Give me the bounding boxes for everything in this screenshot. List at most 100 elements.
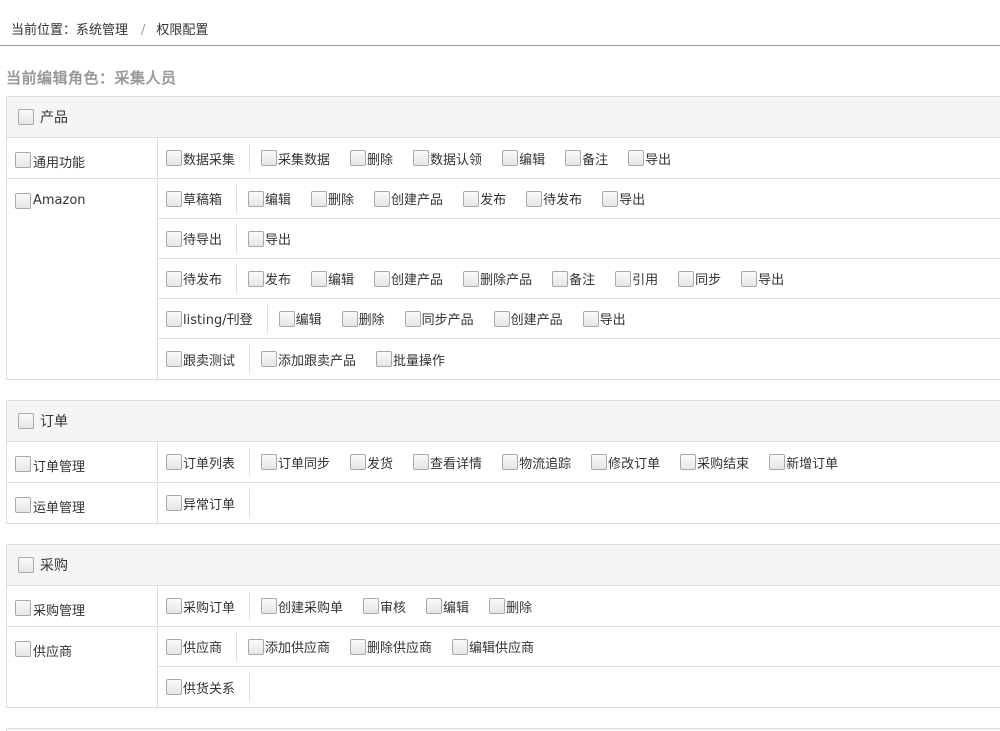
permission-item[interactable]: 待发布: [526, 189, 582, 208]
permission-checkbox[interactable]: [374, 190, 391, 207]
group-checkbox[interactable]: [15, 497, 31, 513]
permission-checkbox[interactable]: [526, 190, 543, 207]
permission-item[interactable]: 同步: [678, 269, 721, 288]
section-checkbox[interactable]: [18, 109, 34, 125]
permission-item[interactable]: 查看详情: [413, 453, 482, 472]
permission-checkbox[interactable]: [166, 454, 182, 470]
permission-item[interactable]: 编辑: [426, 597, 469, 616]
permission-item-lead[interactable]: 异常订单: [166, 489, 251, 517]
permission-item[interactable]: 导出: [602, 189, 645, 208]
group-checkbox[interactable]: [15, 152, 31, 168]
group-checkbox[interactable]: [15, 641, 31, 657]
permission-checkbox[interactable]: [166, 495, 182, 511]
permission-checkbox[interactable]: [278, 310, 295, 327]
permission-item[interactable]: 修改订单: [591, 453, 660, 472]
breadcrumb-current[interactable]: 权限配置: [156, 23, 208, 38]
permission-item-lead[interactable]: 供应商: [166, 632, 238, 661]
permission-item[interactable]: 数据认领: [413, 149, 482, 168]
permission-item[interactable]: 删除: [311, 189, 354, 208]
permission-checkbox[interactable]: [166, 190, 182, 207]
permission-checkbox[interactable]: [350, 454, 367, 470]
permission-checkbox[interactable]: [166, 679, 182, 695]
permission-item[interactable]: 添加供应商: [248, 637, 330, 656]
permission-item[interactable]: 审核: [363, 597, 406, 616]
permission-checkbox[interactable]: [248, 638, 265, 655]
permission-item[interactable]: 编辑供应商: [452, 637, 534, 656]
permission-item[interactable]: 删除供应商: [350, 637, 432, 656]
permission-item[interactable]: 发布: [463, 189, 506, 208]
permission-checkbox[interactable]: [363, 598, 380, 614]
permission-checkbox[interactable]: [248, 190, 265, 207]
permission-item[interactable]: 创建产品: [493, 309, 563, 328]
permission-item[interactable]: 编辑: [502, 149, 545, 168]
permission-item-lead[interactable]: 待发布: [166, 264, 238, 293]
permission-item[interactable]: 引用: [615, 269, 658, 288]
permission-item[interactable]: 采购结束: [680, 453, 749, 472]
permission-checkbox[interactable]: [680, 454, 697, 470]
group-checkbox[interactable]: [15, 456, 31, 472]
permission-checkbox[interactable]: [376, 351, 393, 367]
permission-checkbox[interactable]: [311, 270, 328, 287]
permission-checkbox[interactable]: [426, 598, 443, 614]
permission-checkbox[interactable]: [311, 190, 328, 207]
permission-item[interactable]: 编辑: [311, 269, 354, 288]
permission-checkbox[interactable]: [615, 270, 632, 287]
permission-item-lead[interactable]: 数据采集: [166, 144, 251, 172]
permission-checkbox[interactable]: [350, 150, 367, 166]
permission-checkbox[interactable]: [602, 190, 619, 207]
permission-checkbox[interactable]: [628, 150, 645, 166]
permission-checkbox[interactable]: [678, 270, 695, 287]
permission-checkbox[interactable]: [261, 351, 278, 367]
permission-checkbox[interactable]: [248, 270, 265, 287]
permission-item[interactable]: 物流追踪: [502, 453, 571, 472]
permission-item-lead[interactable]: 跟卖测试: [166, 345, 251, 373]
permission-item-lead[interactable]: 供货关系: [166, 673, 251, 701]
permission-item[interactable]: 导出: [628, 149, 671, 168]
permission-item[interactable]: 添加跟卖产品: [261, 350, 356, 369]
permission-item[interactable]: 创建产品: [374, 189, 443, 208]
permission-item[interactable]: 创建产品: [374, 269, 443, 288]
permission-checkbox[interactable]: [261, 150, 278, 166]
permission-item[interactable]: 导出: [248, 229, 291, 248]
permission-checkbox[interactable]: [769, 454, 786, 470]
permission-checkbox[interactable]: [552, 270, 569, 287]
permission-checkbox[interactable]: [261, 454, 278, 470]
permission-checkbox[interactable]: [166, 638, 182, 655]
permission-item-lead[interactable]: 待导出: [166, 224, 238, 253]
permission-checkbox[interactable]: [413, 454, 430, 470]
permission-item-lead[interactable]: listing/刊登: [166, 304, 268, 333]
permission-checkbox[interactable]: [582, 310, 599, 327]
section-checkbox[interactable]: [18, 413, 34, 429]
permission-checkbox[interactable]: [166, 150, 182, 166]
permission-item[interactable]: 备注: [552, 269, 595, 288]
permission-checkbox[interactable]: [261, 598, 278, 614]
group-checkbox[interactable]: [15, 193, 31, 209]
permission-checkbox[interactable]: [413, 150, 430, 166]
permission-checkbox[interactable]: [166, 351, 182, 367]
permission-item[interactable]: 删除: [489, 597, 532, 616]
permission-checkbox[interactable]: [374, 270, 391, 287]
permission-item[interactable]: 删除: [350, 149, 393, 168]
permission-checkbox[interactable]: [350, 638, 367, 655]
permission-checkbox[interactable]: [341, 310, 358, 327]
permission-checkbox[interactable]: [248, 230, 265, 247]
permission-item[interactable]: 发布: [248, 269, 291, 288]
permission-item[interactable]: 导出: [582, 309, 626, 328]
permission-checkbox[interactable]: [463, 270, 480, 287]
permission-checkbox[interactable]: [166, 230, 182, 247]
permission-checkbox[interactable]: [502, 150, 519, 166]
permission-checkbox[interactable]: [166, 270, 182, 287]
permission-item[interactable]: 删除: [341, 309, 385, 328]
permission-item[interactable]: 采集数据: [261, 149, 330, 168]
permission-item[interactable]: 发货: [350, 453, 393, 472]
permission-item[interactable]: 导出: [741, 269, 784, 288]
permission-item-lead[interactable]: 草稿箱: [166, 184, 238, 213]
permission-item-lead[interactable]: 订单列表: [166, 448, 251, 476]
permission-item[interactable]: 新增订单: [769, 453, 838, 472]
permission-checkbox[interactable]: [502, 454, 519, 470]
permission-checkbox[interactable]: [166, 598, 182, 614]
permission-checkbox[interactable]: [404, 310, 421, 327]
section-checkbox[interactable]: [18, 557, 34, 573]
permission-checkbox[interactable]: [452, 638, 469, 655]
permission-checkbox[interactable]: [493, 310, 510, 327]
